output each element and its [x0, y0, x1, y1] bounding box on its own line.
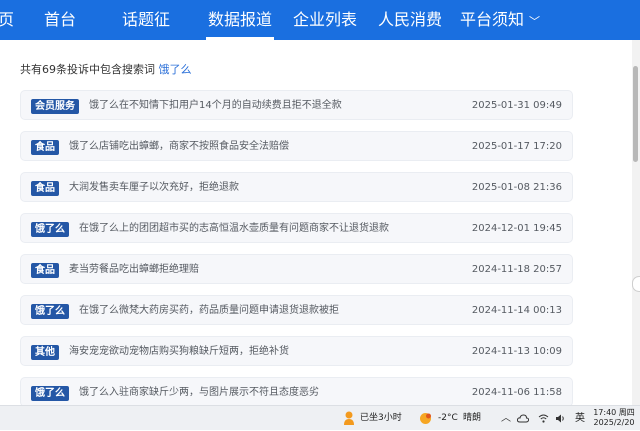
nav-item-consumer[interactable]: 人民消费: [378, 0, 442, 40]
complaint-title[interactable]: 麦当劳餐品吃出蟑螂拒绝理赔: [69, 255, 199, 285]
complaint-row[interactable]: 食品 大润发售卖车厘子以次充好，拒绝退款 2025-01-08 21:36: [20, 172, 573, 202]
search-summary: 共有69条投诉中包含搜索词 饿了么: [20, 61, 192, 77]
category-tag: 饿了么: [31, 304, 69, 319]
vertical-scrollbar[interactable]: [632, 40, 640, 405]
complaint-row[interactable]: 食品 饿了么店铺吃出蟑螂，商家不按照食品安全法赔偿 2025-01-17 17:…: [20, 131, 573, 161]
nav-item-platform-notice-label: 平台须知: [460, 10, 525, 29]
complaint-date: 2025-01-31 09:49: [471, 100, 562, 111]
complaint-row[interactable]: 饿了么 在饿了么微梵大药房买药，药品质量问题申请退货退款被拒 2024-11-1…: [20, 295, 573, 325]
complaint-title[interactable]: 饿了么入驻商家缺斤少两，与图片展示不符且态度恶劣: [79, 378, 319, 405]
complaint-title[interactable]: 在饿了么上的团团超市买的志高恒温水壶质量有问题商家不让退货退款: [79, 214, 389, 244]
complaint-row[interactable]: 饿了么 饿了么入驻商家缺斤少两，与图片展示不符且态度恶劣 2024-11-06 …: [20, 377, 573, 405]
nav-item-company-list[interactable]: 企业列表: [293, 0, 357, 40]
complaint-date: 2024-11-06 11:58: [471, 387, 562, 398]
chevron-up-icon[interactable]: ︿: [501, 406, 511, 431]
weather-sun-icon[interactable]: [418, 411, 433, 426]
complaint-date: 2024-11-18 20:57: [471, 264, 562, 275]
cloud-icon[interactable]: [517, 414, 529, 423]
complaint-date: 2025-01-08 21:36: [471, 182, 562, 193]
complaint-title[interactable]: 海安宠宠欲动宠物店购买狗粮缺斤短两，拒绝补货: [69, 337, 289, 367]
nav-item-data-reports[interactable]: 数据报道: [205, 0, 275, 40]
chevron-down-icon: ﹀: [529, 15, 541, 28]
input-method-indicator[interactable]: 英: [575, 406, 585, 431]
category-tag: 饿了么: [31, 222, 69, 237]
complaint-date: 2025-01-17 17:20: [471, 141, 562, 152]
category-tag: 食品: [31, 263, 59, 278]
complaint-title[interactable]: 大润发售卖车厘子以次充好，拒绝退款: [69, 173, 239, 203]
search-keyword[interactable]: 饿了么: [159, 63, 192, 76]
summary-text: 共有69条投诉中包含搜索词: [20, 63, 155, 76]
scrollbar-thumb[interactable]: [633, 66, 638, 162]
sitting-duration: 已坐3小时: [360, 413, 402, 423]
complaint-title[interactable]: 在饿了么微梵大药房买药，药品质量问题申请退货退款被拒: [79, 296, 339, 326]
complaint-row[interactable]: 其他 海安宠宠欲动宠物店购买狗粮缺斤短两，拒绝补货 2024-11-13 10:…: [20, 336, 573, 366]
category-tag: 其他: [31, 345, 59, 360]
windows-taskbar: 已坐3小时 -2°C 晴朗 ︿ 英 17:40 周四 2025/2/20: [0, 405, 640, 430]
complaint-date: 2024-11-14 00:13: [471, 305, 562, 316]
complaint-date: 2024-11-13 10:09: [471, 346, 562, 357]
speaker-icon[interactable]: [555, 413, 566, 424]
person-icon[interactable]: [343, 411, 355, 426]
clock-date: 2025/2/20: [593, 418, 635, 427]
complaint-results: 共有69条投诉中包含搜索词 饿了么 会员服务 饿了么在不知情下扣用户14个月的自…: [0, 40, 632, 405]
complaint-row[interactable]: 饿了么 在饿了么上的团团超市买的志高恒温水壶质量有问题商家不让退货退款 2024…: [20, 213, 573, 243]
nav-item-platform-notice[interactable]: 平台须知 ﹀: [460, 0, 540, 40]
top-navigation: 页 首台 话题征 数据报道 企业列表 人民消费 平台须知 ﹀: [0, 0, 640, 40]
complaint-title[interactable]: 饿了么店铺吃出蟑螂，商家不按照食品安全法赔偿: [69, 132, 289, 162]
nav-item-topics[interactable]: 话题征: [122, 0, 170, 40]
clock-time: 17:40 周四: [593, 408, 635, 417]
category-tag: 饿了么: [31, 386, 69, 401]
nav-item-partial[interactable]: 页: [0, 0, 14, 40]
complaint-title[interactable]: 饿了么在不知情下扣用户14个月的自动续费且拒不退全款: [89, 91, 342, 121]
side-panel-handle[interactable]: [632, 276, 640, 292]
weather-temperature: -2°C: [438, 413, 458, 423]
wifi-icon[interactable]: [538, 413, 549, 424]
complaint-date: 2024-12-01 19:45: [471, 223, 562, 234]
weather-description: 晴朗: [463, 413, 482, 423]
category-tag: 食品: [31, 140, 59, 155]
complaint-row[interactable]: 食品 麦当劳餐品吃出蟑螂拒绝理赔 2024-11-18 20:57: [20, 254, 573, 284]
nav-item-home[interactable]: 首台: [44, 0, 76, 40]
tray-clock[interactable]: 17:40 周四 2025/2/20: [590, 408, 638, 428]
category-tag: 会员服务: [31, 99, 79, 114]
category-tag: 食品: [31, 181, 59, 196]
complaint-row[interactable]: 会员服务 饿了么在不知情下扣用户14个月的自动续费且拒不退全款 2025-01-…: [20, 90, 573, 120]
